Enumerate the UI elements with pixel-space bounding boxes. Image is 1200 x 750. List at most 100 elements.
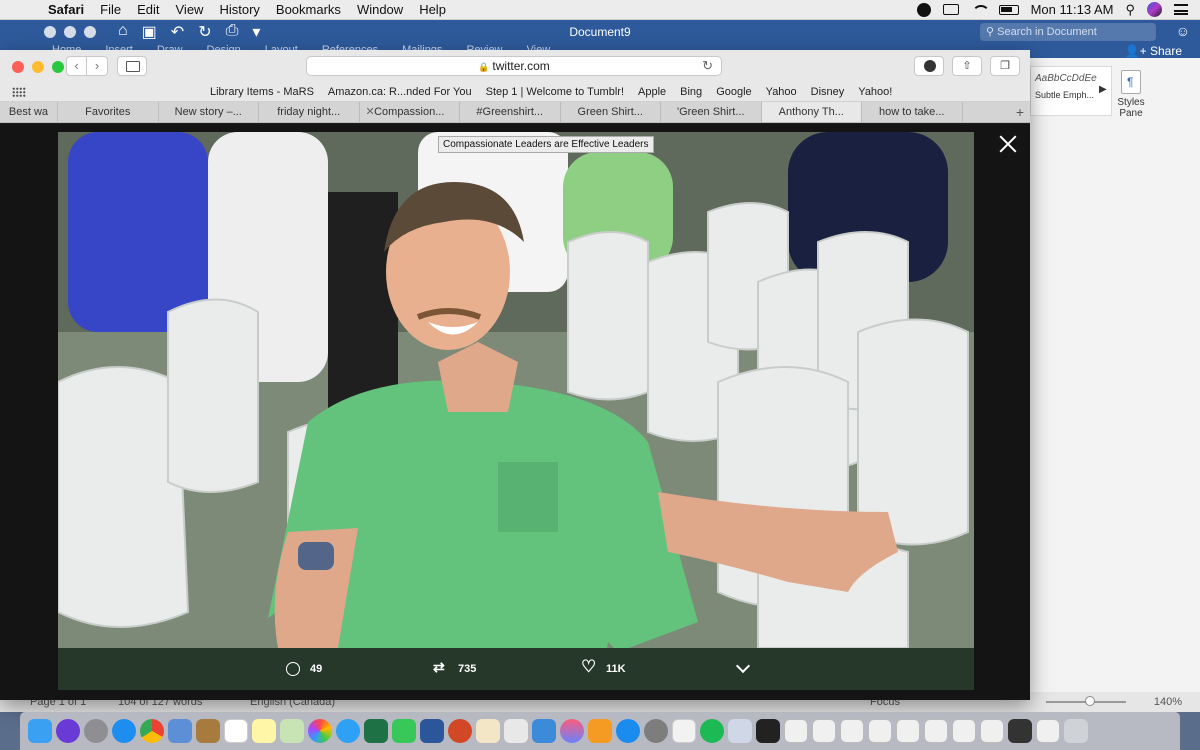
- reload-icon[interactable]: ↻: [702, 57, 713, 75]
- preview-icon[interactable]: [168, 719, 192, 743]
- word-icon[interactable]: [420, 719, 444, 743]
- tab[interactable]: #Greenshirt...: [460, 102, 561, 122]
- top-sites-grid-icon[interactable]: [12, 86, 26, 97]
- wifi-icon[interactable]: [971, 3, 990, 17]
- tab[interactable]: ✕ Compassion...: [360, 102, 460, 122]
- menu-view[interactable]: View: [168, 2, 212, 17]
- print-icon[interactable]: ⎙: [226, 22, 239, 42]
- excel-icon[interactable]: [364, 719, 388, 743]
- bookmark-item[interactable]: Library Items - MaRS: [210, 86, 314, 98]
- menu-bookmarks[interactable]: Bookmarks: [268, 2, 349, 17]
- launchpad-icon[interactable]: [84, 719, 108, 743]
- numbers-icon[interactable]: [504, 719, 528, 743]
- tab[interactable]: friday night...: [259, 102, 360, 122]
- system-preferences-icon[interactable]: [644, 719, 668, 743]
- zoom-slider-knob[interactable]: [1085, 696, 1095, 706]
- video-player[interactable]: [58, 132, 974, 648]
- chrome-icon[interactable]: [140, 719, 164, 743]
- calendar-icon[interactable]: [224, 719, 248, 743]
- menu-window[interactable]: Window: [349, 2, 411, 17]
- app-store-icon[interactable]: [616, 719, 640, 743]
- tab[interactable]: 'Green Shirt...: [661, 102, 762, 122]
- airplay-icon[interactable]: [942, 4, 959, 15]
- new-tab-icon[interactable]: +: [1010, 102, 1030, 122]
- window-thumbnail-icon[interactable]: [784, 719, 808, 743]
- battery-icon[interactable]: [998, 4, 1019, 15]
- zoom-level[interactable]: 140%: [1154, 696, 1182, 708]
- bookmark-item[interactable]: Bing: [680, 86, 702, 98]
- safari-close-button[interactable]: [12, 61, 24, 73]
- word-zoom-button[interactable]: [84, 26, 96, 38]
- books-icon[interactable]: [588, 719, 612, 743]
- undo-icon[interactable]: ↶: [171, 22, 184, 42]
- window-thumbnail-icon[interactable]: [980, 719, 1004, 743]
- style-gallery-next-icon[interactable]: ▶: [1099, 84, 1107, 95]
- window-thumbnail-icon[interactable]: [924, 719, 948, 743]
- window-thumbnail-icon[interactable]: [840, 719, 864, 743]
- maps-icon[interactable]: [280, 719, 304, 743]
- notes-icon[interactable]: [252, 719, 276, 743]
- tab-overview-button[interactable]: ❐: [990, 56, 1020, 76]
- safari-minimize-button[interactable]: [32, 61, 44, 73]
- bookmark-item[interactable]: Amazon.ca: R...nded For You: [328, 86, 472, 98]
- menu-file[interactable]: File: [92, 2, 129, 17]
- spotlight-search-icon[interactable]: ⚲: [1125, 2, 1135, 18]
- trash-icon[interactable]: [1064, 719, 1088, 743]
- bookmark-item[interactable]: Google: [716, 86, 751, 98]
- window-thumbnail-icon[interactable]: [1008, 719, 1032, 743]
- spotify-icon[interactable]: [700, 719, 724, 743]
- retweet-button[interactable]: 735: [433, 659, 476, 676]
- notification-center-icon[interactable]: [1174, 4, 1188, 15]
- safari-dock-icon[interactable]: [112, 719, 136, 743]
- sidebar-toggle-button[interactable]: [117, 56, 147, 76]
- more-button[interactable]: [735, 658, 751, 674]
- forward-button[interactable]: ›: [87, 56, 108, 76]
- notebook-icon[interactable]: [196, 719, 220, 743]
- menu-help[interactable]: Help: [411, 2, 454, 17]
- bookmark-item[interactable]: Yahoo: [766, 86, 797, 98]
- customize-toolbar-icon[interactable]: ▾: [252, 22, 260, 42]
- bookmark-item[interactable]: Apple: [638, 86, 666, 98]
- home-icon[interactable]: ⌂: [118, 22, 128, 42]
- tab[interactable]: Green Shirt...: [561, 102, 661, 122]
- save-icon[interactable]: ▣: [142, 22, 157, 42]
- feedback-smiley-icon[interactable]: ☺: [1176, 23, 1190, 39]
- photos-icon[interactable]: [308, 719, 332, 743]
- tab[interactable]: how to take...: [862, 102, 963, 122]
- menu-app-name[interactable]: Safari: [40, 2, 92, 17]
- like-button[interactable]: 11K: [581, 657, 626, 677]
- address-bar[interactable]: 🔒 twitter.com ↻: [306, 56, 722, 76]
- tab[interactable]: Best wa: [0, 102, 58, 122]
- creative-cloud-icon[interactable]: [916, 2, 931, 17]
- bookmark-item[interactable]: Step 1 | Welcome to Tumblr!: [486, 86, 624, 98]
- tab[interactable]: New story –...: [159, 102, 259, 122]
- facetime-icon[interactable]: [392, 719, 416, 743]
- image-capture-icon[interactable]: [728, 719, 752, 743]
- keynote-icon[interactable]: [532, 719, 556, 743]
- siri-icon[interactable]: [1147, 2, 1162, 17]
- safari-fullscreen-button[interactable]: [52, 61, 64, 73]
- window-thumbnail-icon[interactable]: [1036, 719, 1060, 743]
- messages-icon[interactable]: [336, 719, 360, 743]
- word-close-button[interactable]: [44, 26, 56, 38]
- reply-button[interactable]: 49: [286, 662, 322, 676]
- tab[interactable]: Favorites: [58, 102, 159, 122]
- window-thumbnail-icon[interactable]: [812, 719, 836, 743]
- pages-icon[interactable]: [476, 719, 500, 743]
- bookmark-item[interactable]: Yahoo!: [858, 86, 892, 98]
- word-search-input[interactable]: ⚲ Search in Document: [980, 23, 1156, 41]
- bookmark-item[interactable]: Disney: [811, 86, 845, 98]
- menu-edit[interactable]: Edit: [129, 2, 167, 17]
- downloads-button[interactable]: [914, 56, 944, 76]
- word-share-button[interactable]: 👤+ Share: [1125, 44, 1182, 58]
- window-thumbnail-icon[interactable]: [868, 719, 892, 743]
- window-thumbnail-icon[interactable]: [952, 719, 976, 743]
- back-button[interactable]: ‹: [66, 56, 87, 76]
- share-button[interactable]: ⇧: [952, 56, 982, 76]
- close-tab-icon[interactable]: ✕: [366, 102, 375, 122]
- itunes-icon[interactable]: [560, 719, 584, 743]
- window-thumbnail-icon[interactable]: [756, 719, 780, 743]
- styles-pane-button[interactable]: Styles Pane: [1116, 70, 1146, 119]
- powerpoint-icon[interactable]: [448, 719, 472, 743]
- window-thumbnail-icon[interactable]: [896, 719, 920, 743]
